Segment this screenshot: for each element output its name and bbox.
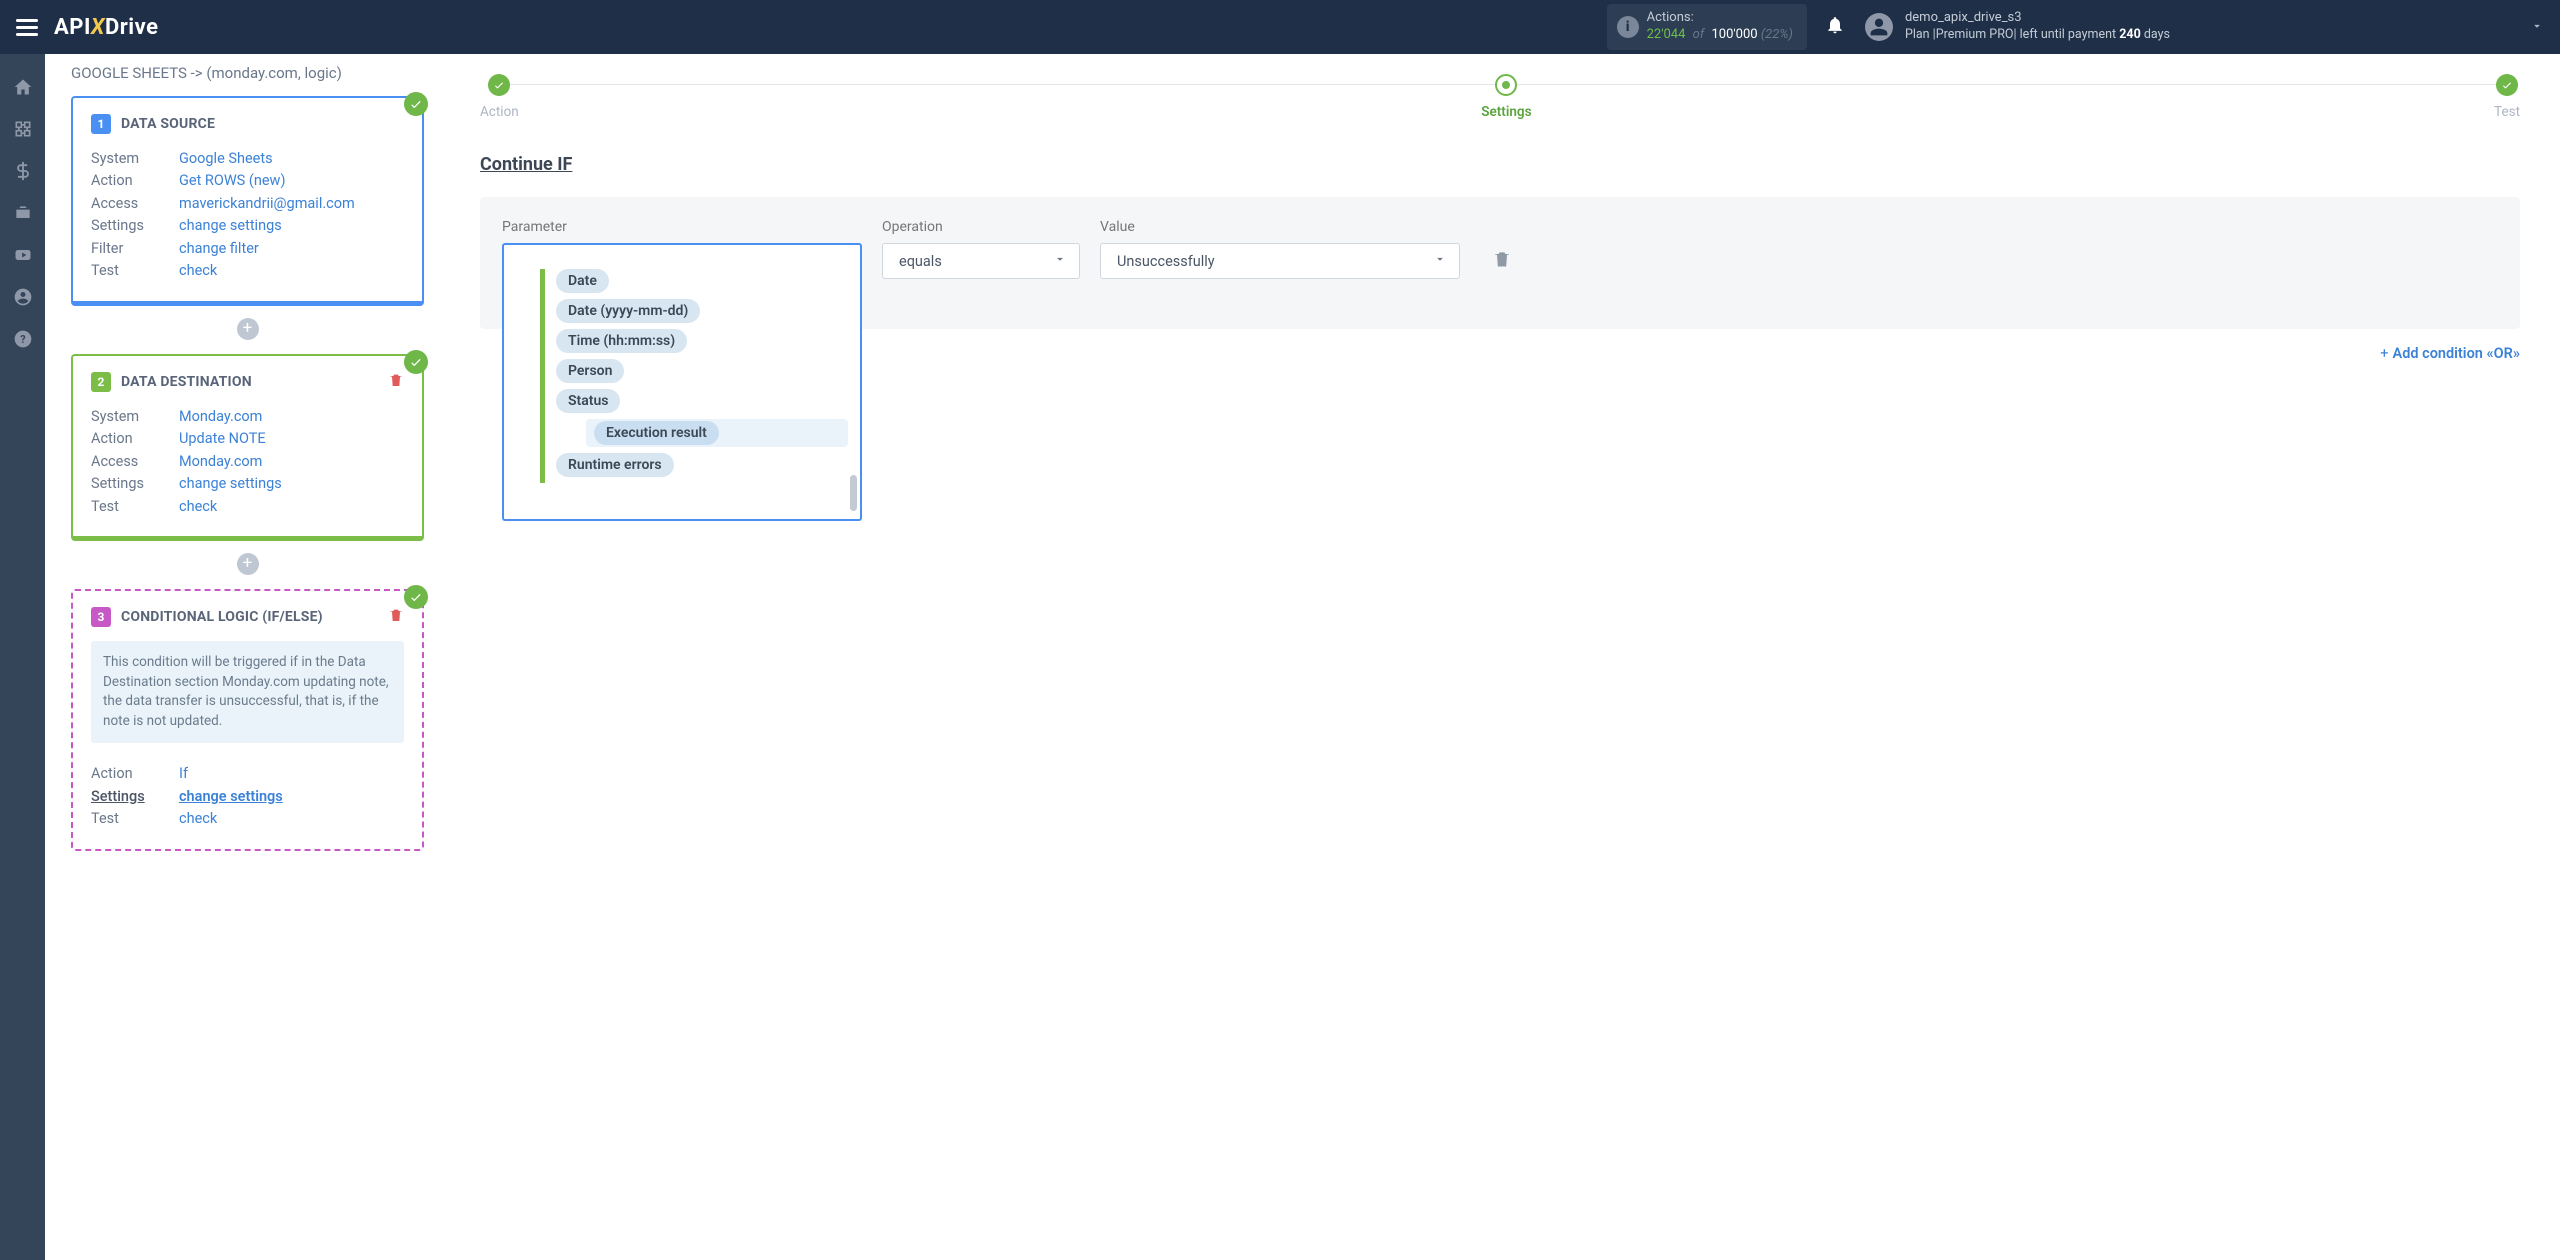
delete-destination-icon[interactable] (388, 372, 404, 392)
condition-row: Parameter Execution result DateDate (yyy… (480, 197, 2520, 329)
source-settings-link[interactable]: change settings (179, 217, 282, 234)
chevron-down-icon[interactable] (2530, 18, 2544, 37)
parameter-option[interactable]: Execution result (586, 419, 848, 447)
operation-select[interactable]: equals (882, 243, 1080, 279)
parameter-option[interactable]: Person (556, 359, 848, 383)
settings-panel: Action Settings Test Continue IF Paramet… (450, 54, 2560, 1260)
nav-connections-icon[interactable] (0, 108, 45, 150)
add-step-button[interactable]: + (237, 553, 259, 575)
step-number-badge: 1 (91, 114, 111, 134)
nav-briefcase-icon[interactable] (0, 192, 45, 234)
operation-label: Operation (882, 219, 1080, 235)
chevron-down-icon (1053, 252, 1067, 270)
svg-text:?: ? (20, 333, 25, 346)
parameter-label: Parameter (502, 219, 862, 235)
source-filter-link[interactable]: change filter (179, 240, 259, 257)
data-source-card: 1 DATA SOURCE SystemGoogle Sheets Action… (71, 96, 424, 306)
scrollbar-thumb[interactable] (850, 475, 857, 511)
bell-icon[interactable] (1825, 15, 1845, 39)
delete-condition-icon[interactable] (1492, 249, 1512, 273)
delete-logic-icon[interactable] (388, 607, 404, 627)
dest-system-link[interactable]: Monday.com (179, 408, 262, 425)
source-access-link[interactable]: maverickandrii@gmail.com (179, 195, 355, 212)
source-system-link[interactable]: Google Sheets (179, 150, 273, 167)
wizard-stepper: Action Settings Test (480, 74, 2520, 120)
check-icon (404, 585, 428, 609)
dest-test-link[interactable]: check (179, 498, 217, 515)
actions-label: Actions: (1647, 10, 1793, 27)
plan-label: Plan |Premium PRO| left until payment 24… (1905, 27, 2170, 43)
card-title: CONDITIONAL LOGIC (IF/ELSE) (121, 609, 323, 625)
nav-billing-icon[interactable] (0, 150, 45, 192)
parameter-option[interactable]: Status (556, 389, 848, 413)
app-header: APIXDrive i Actions: 22'044 of 100'000 (… (0, 0, 2560, 54)
user-menu[interactable]: demo_apix_drive_s3 Plan |Premium PRO| le… (1865, 10, 2170, 43)
source-action-link[interactable]: Get ROWS (new) (179, 172, 286, 189)
nav-help-icon[interactable]: ? (0, 318, 45, 360)
logic-test-link[interactable]: check (179, 810, 217, 827)
logic-info-text: This condition will be triggered if in t… (91, 641, 404, 743)
nav-rail: ? (0, 54, 45, 1260)
dest-action-link[interactable]: Update NOTE (179, 430, 266, 447)
dest-settings-link[interactable]: change settings (179, 475, 282, 492)
parameter-dropdown: Date Date (yyyy-mm-dd) Time (hh:mm:ss) Pers… (502, 255, 862, 521)
parameter-option[interactable]: Time (hh:mm:ss) (556, 329, 848, 353)
card-title: DATA SOURCE (121, 116, 215, 132)
app-logo: APIXDrive (54, 15, 159, 40)
logic-settings-link[interactable]: change settings (179, 788, 283, 805)
step-action[interactable]: Action (480, 74, 519, 120)
source-test-link[interactable]: check (179, 262, 217, 279)
actions-quota-box[interactable]: i Actions: 22'044 of 100'000 (22%) (1607, 4, 1807, 50)
chevron-down-icon (1433, 252, 1447, 270)
nav-video-icon[interactable] (0, 234, 45, 276)
step-test[interactable]: Test (2494, 74, 2520, 120)
value-select[interactable]: Unsuccessfully (1100, 243, 1460, 279)
info-icon: i (1617, 16, 1639, 38)
section-title: Continue IF (480, 154, 2520, 175)
dest-access-link[interactable]: Monday.com (179, 453, 262, 470)
breadcrumb: GOOGLE SHEETS -> (monday.com, logic) (71, 54, 424, 96)
actions-value: 22'044 of 100'000 (22%) (1647, 27, 1793, 44)
connection-config-panel: GOOGLE SHEETS -> (monday.com, logic) 1 D… (45, 54, 450, 1260)
logic-action-link[interactable]: If (179, 765, 188, 782)
user-avatar-icon (1865, 13, 1893, 41)
username-label: demo_apix_drive_s3 (1905, 10, 2170, 27)
card-title: DATA DESTINATION (121, 374, 252, 390)
conditional-logic-card: 3 CONDITIONAL LOGIC (IF/ELSE) This condi… (71, 589, 424, 851)
step-number-badge: 2 (91, 372, 111, 392)
data-destination-card: 2 DATA DESTINATION SystemMonday.com Acti… (71, 354, 424, 541)
add-step-button[interactable]: + (237, 318, 259, 340)
nav-home-icon[interactable] (0, 66, 45, 108)
nav-profile-icon[interactable] (0, 276, 45, 318)
step-number-badge: 3 (91, 607, 111, 627)
parameter-option[interactable]: Date (556, 269, 848, 293)
step-settings[interactable]: Settings (1481, 74, 1531, 120)
parameter-option[interactable]: Runtime errors (556, 453, 848, 477)
parameter-option[interactable]: Date (yyyy-mm-dd) (556, 299, 848, 323)
menu-toggle-icon[interactable] (16, 18, 38, 36)
check-icon (404, 350, 428, 374)
check-icon (404, 92, 428, 116)
value-label: Value (1100, 219, 1460, 235)
